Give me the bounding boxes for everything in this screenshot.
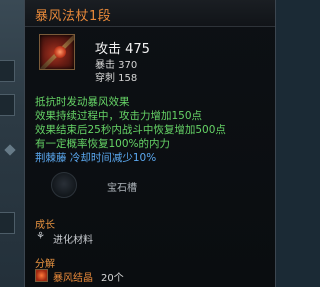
staff-orb bbox=[54, 46, 66, 58]
evolve-icon: ⚘ bbox=[36, 231, 45, 242]
decompose-header: 分解 bbox=[35, 259, 55, 270]
decompose-item-count: 20个 bbox=[101, 273, 124, 284]
attack-stat: 攻击 475 bbox=[95, 42, 150, 57]
gem-slot-label: 宝石槽 bbox=[107, 183, 137, 194]
effect-line: 效果持续过程中，攻击力增加150点 bbox=[35, 110, 203, 122]
growth-header: 成长 bbox=[35, 220, 55, 231]
effect-header: 抵抗时发动暴风效果 bbox=[35, 96, 130, 108]
crystal-icon bbox=[35, 269, 48, 282]
tooltip-title-bar: 暴风法杖1段 bbox=[25, 0, 275, 27]
background-panel bbox=[0, 0, 24, 287]
effect-line: 效果结束后25秒内战斗中恢复增加500点 bbox=[35, 124, 226, 136]
item-name: 暴风法杖1段 bbox=[35, 9, 112, 24]
background-button[interactable] bbox=[0, 60, 15, 82]
pierce-stat: 穿刺 158 bbox=[95, 73, 138, 84]
game-scene: 暴风法杖1段 攻击 475 暴击 370 穿刺 158 抵抗时发动暴风效果 效果… bbox=[0, 0, 276, 287]
red-staff-icon[interactable] bbox=[39, 34, 75, 70]
background-button[interactable] bbox=[0, 212, 15, 234]
effect-line: 有一定概率恢复100%的内力 bbox=[35, 138, 171, 150]
empty-gem-slot-icon[interactable] bbox=[51, 172, 77, 198]
background-button[interactable] bbox=[0, 94, 15, 116]
skill-bonus: 荆棘藤 冷却时间减少10% bbox=[35, 152, 157, 164]
decompose-item-name: 暴风结晶 bbox=[53, 273, 93, 284]
background-marker-icon bbox=[4, 144, 16, 156]
item-tooltip: 暴风法杖1段 攻击 475 暴击 370 穿刺 158 抵抗时发动暴风效果 效果… bbox=[24, 0, 276, 287]
growth-item: 进化材料 bbox=[53, 235, 93, 246]
